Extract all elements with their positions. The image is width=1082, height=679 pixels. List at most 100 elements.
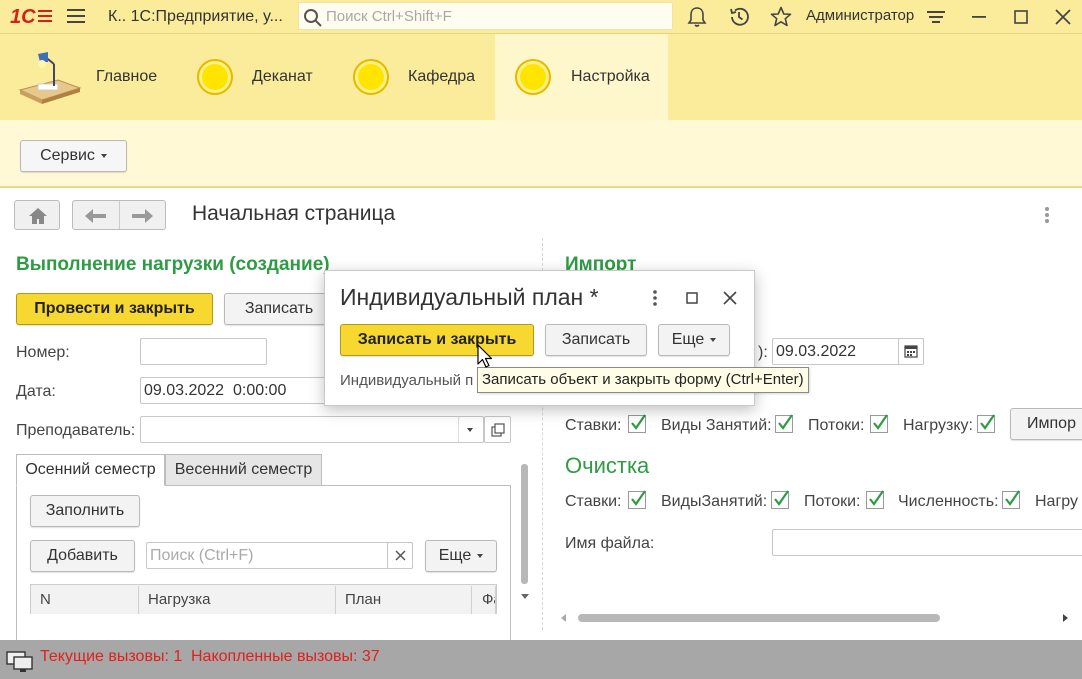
form-heading: Выполнение нагрузки (создание) bbox=[16, 254, 330, 275]
section-settings[interactable]: Настройка bbox=[495, 34, 668, 120]
dialog-maximize-icon[interactable] bbox=[683, 289, 701, 307]
main-menu-icon[interactable] bbox=[67, 9, 85, 23]
import-rates-checkbox[interactable] bbox=[628, 414, 646, 433]
more-actions-icon[interactable] bbox=[1040, 206, 1054, 224]
tab-spring-semester[interactable]: Весенний семестр bbox=[165, 454, 322, 486]
accumulated-calls-status[interactable]: Накопленные вызовы: 37 bbox=[191, 648, 380, 666]
import-check-label: Ставки: bbox=[565, 417, 622, 434]
back-arrow-icon[interactable] bbox=[85, 208, 107, 224]
section-label: Главное bbox=[96, 68, 158, 85]
table-more-label: Еще bbox=[438, 547, 472, 564]
history-icon[interactable] bbox=[727, 5, 751, 29]
import-date-label: ): bbox=[758, 344, 768, 361]
save-and-close-button[interactable]: Записать и закрыть bbox=[340, 324, 534, 356]
table-more-button[interactable]: Еще bbox=[425, 540, 497, 572]
nav-history-group bbox=[72, 200, 166, 230]
teacher-dropdown-button[interactable] bbox=[458, 416, 484, 443]
right-horizontal-scrollbar[interactable] bbox=[560, 613, 1070, 623]
import-streams-checkbox[interactable] bbox=[870, 414, 888, 433]
clear-check-label: Потоки: bbox=[804, 493, 861, 510]
add-row-button[interactable]: Добавить bbox=[30, 540, 135, 572]
close-icon[interactable] bbox=[1051, 5, 1075, 29]
import-lesson-types-checkbox[interactable] bbox=[775, 414, 793, 433]
scroll-left-icon[interactable] bbox=[560, 614, 566, 622]
clear-check-label: ВидыЗанятий: bbox=[661, 493, 768, 510]
section-main[interactable]: Главное bbox=[0, 34, 180, 120]
home-button[interactable] bbox=[14, 200, 60, 230]
dialog-title: Индивидуальный план * bbox=[340, 284, 599, 310]
save-button[interactable]: Записать bbox=[224, 293, 334, 325]
dialog-close-icon[interactable] bbox=[721, 289, 739, 307]
column-header-fact[interactable]: Фа bbox=[472, 586, 496, 614]
date-label: Дата: bbox=[16, 383, 56, 400]
service-menu-label: Сервис bbox=[40, 147, 95, 164]
status-bar: Текущие вызовы: 1 Накопленные вызовы: 37 bbox=[0, 640, 1082, 679]
sections-panel: Главное Деканат Кафедра Настройка bbox=[0, 34, 1082, 120]
column-header-load[interactable]: Нагрузка bbox=[139, 586, 336, 614]
server-calls-icon[interactable] bbox=[6, 649, 34, 673]
date-field[interactable]: 09.03.2022 0:00:00 bbox=[140, 377, 340, 404]
teacher-open-button[interactable] bbox=[484, 416, 511, 443]
fill-button[interactable]: Заполнить bbox=[30, 495, 140, 527]
clear-search-button[interactable] bbox=[387, 542, 413, 569]
1c-logo-icon[interactable]: 1С bbox=[10, 6, 54, 26]
clear-lesson-types-checkbox[interactable] bbox=[771, 490, 789, 509]
dialog-more-button[interactable]: Еще bbox=[658, 324, 730, 356]
open-form-icon bbox=[491, 423, 505, 437]
teacher-field[interactable] bbox=[140, 416, 484, 443]
title-bar: 1С К.. 1С:Предприятие, у... Администрато… bbox=[0, 0, 1082, 34]
filename-field[interactable] bbox=[772, 529, 1082, 556]
save-and-close-tooltip: Записать объект и закрыть форму (Ctrl+En… bbox=[477, 367, 809, 393]
scroll-down-icon[interactable] bbox=[521, 594, 529, 600]
current-calls-status[interactable]: Текущие вызовы: 1 bbox=[40, 648, 182, 666]
clear-streams-checkbox[interactable] bbox=[866, 490, 884, 509]
scroll-right-icon[interactable] bbox=[1063, 614, 1069, 622]
dialog-field-label: Индивидуальный п bbox=[340, 372, 474, 389]
number-field[interactable] bbox=[140, 338, 267, 365]
import-check-label: Виды Занятий: bbox=[661, 417, 772, 434]
import-load-checkbox[interactable] bbox=[977, 414, 995, 433]
forward-arrow-icon[interactable] bbox=[131, 208, 153, 224]
settings-menu-icon[interactable] bbox=[924, 5, 948, 29]
table-search-field[interactable]: Поиск (Ctrl+F) bbox=[146, 542, 413, 569]
maximize-icon[interactable] bbox=[1009, 5, 1033, 29]
current-user[interactable]: Администратор bbox=[806, 7, 914, 24]
calendar-button[interactable] bbox=[898, 338, 924, 365]
column-header-n[interactable]: N bbox=[31, 586, 139, 614]
teacher-label: Преподаватель: bbox=[16, 422, 136, 439]
dialog-save-button[interactable]: Записать bbox=[545, 324, 647, 356]
import-button[interactable]: Импор bbox=[1010, 408, 1082, 440]
post-and-close-button[interactable]: Провести и закрыть bbox=[16, 293, 213, 325]
section-label: Настройка bbox=[571, 68, 650, 85]
main-area: Начальная страница Выполнение нагрузки (… bbox=[0, 190, 1082, 640]
clear-check-label: Ставки: bbox=[565, 493, 622, 510]
filename-label: Имя файла: bbox=[565, 535, 655, 552]
favorites-star-icon[interactable] bbox=[769, 5, 793, 29]
dialog-more-icon[interactable] bbox=[646, 289, 664, 307]
home-icon bbox=[29, 208, 47, 224]
search-icon bbox=[304, 9, 322, 27]
page-title: Начальная страница bbox=[192, 202, 396, 225]
section-circle-icon bbox=[197, 59, 233, 95]
section-label: Деканат bbox=[252, 68, 313, 85]
column-header-plan[interactable]: План bbox=[336, 586, 472, 614]
section-circle-icon bbox=[353, 59, 389, 95]
tab-autumn-semester[interactable]: Осенний семестр bbox=[16, 454, 165, 486]
clear-rates-checkbox[interactable] bbox=[628, 490, 646, 509]
global-search-input[interactable] bbox=[326, 6, 656, 26]
global-search[interactable] bbox=[298, 2, 673, 30]
svg-text:1С: 1С bbox=[10, 6, 36, 26]
left-scrollbar[interactable] bbox=[520, 450, 529, 599]
window-title: К.. 1С:Предприятие, у... bbox=[108, 8, 283, 25]
section-department[interactable]: Кафедра bbox=[330, 34, 495, 120]
minimize-icon[interactable] bbox=[967, 5, 991, 29]
calendar-icon bbox=[904, 345, 918, 358]
section-circle-icon bbox=[515, 59, 551, 95]
service-menu-button[interactable]: Сервис bbox=[20, 140, 127, 172]
bell-icon[interactable] bbox=[685, 5, 709, 29]
section-deanery[interactable]: Деканат bbox=[180, 34, 330, 120]
section-label: Кафедра bbox=[408, 68, 476, 85]
clear-count-checkbox[interactable] bbox=[1002, 490, 1020, 509]
mouse-cursor-icon bbox=[477, 344, 493, 368]
number-label: Номер: bbox=[16, 344, 70, 361]
